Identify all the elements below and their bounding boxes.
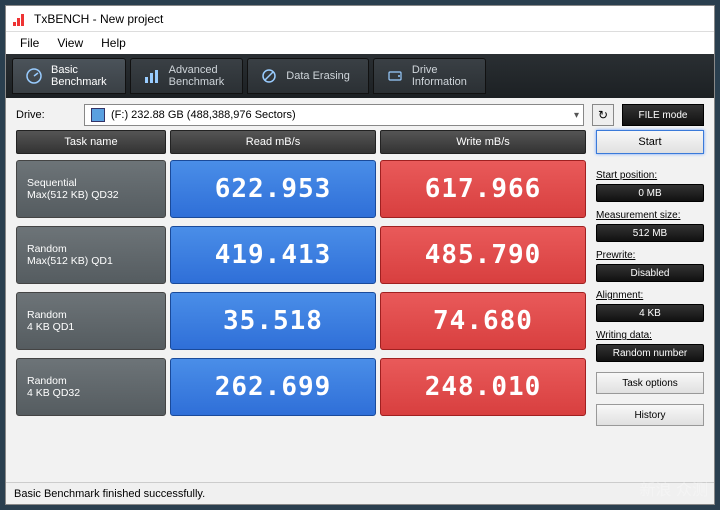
measurement-size-value[interactable]: 512 MB [596, 224, 704, 242]
alignment-value[interactable]: 4 KB [596, 304, 704, 322]
read-value[interactable]: 35.518 [170, 292, 376, 350]
tab-drive-information[interactable]: DriveInformation [373, 58, 486, 94]
write-value[interactable]: 74.680 [380, 292, 586, 350]
header-write: Write mB/s [380, 130, 586, 154]
tab-label: Basic [51, 64, 78, 76]
app-icon [12, 11, 28, 27]
task-options-button[interactable]: Task options [596, 372, 704, 394]
measurement-size-label: Measurement size: [596, 210, 704, 221]
header-task: Task name [16, 130, 166, 154]
start-button[interactable]: Start [596, 130, 704, 154]
tab-basic-benchmark[interactable]: BasicBenchmark [12, 58, 126, 94]
prewrite-value[interactable]: Disabled [596, 264, 704, 282]
results-panel: Task name Read mB/s Write mB/s Sequentia… [16, 130, 586, 476]
table-row: Random4 KB QD1 35.518 74.680 [16, 292, 586, 350]
drive-label: Drive: [16, 109, 76, 121]
bars-icon [143, 67, 161, 85]
drive-info-icon [386, 67, 404, 85]
task-cell[interactable]: Random4 KB QD32 [16, 358, 166, 416]
alignment-label: Alignment: [596, 290, 704, 301]
history-button[interactable]: History [596, 404, 704, 426]
refresh-icon: ↻ [598, 108, 608, 122]
tab-advanced-benchmark[interactable]: AdvancedBenchmark [130, 58, 244, 94]
menu-bar: File View Help [6, 32, 714, 54]
settings-panel: Start Start position: 0 MB Measurement s… [596, 130, 704, 476]
window-title: TxBENCH - New project [34, 12, 163, 26]
start-position-label: Start position: [596, 170, 704, 181]
tab-data-erasing[interactable]: Data Erasing [247, 58, 369, 94]
writing-data-label: Writing data: [596, 330, 704, 341]
read-value[interactable]: 262.699 [170, 358, 376, 416]
drive-row: Drive: (F:) 232.88 GB (488,388,976 Secto… [6, 98, 714, 130]
chevron-down-icon: ▾ [574, 110, 579, 121]
content-area: Drive: (F:) 232.88 GB (488,388,976 Secto… [6, 98, 714, 482]
refresh-button[interactable]: ↻ [592, 104, 614, 126]
writing-data-value[interactable]: Random number [596, 344, 704, 362]
erase-icon [260, 67, 278, 85]
read-value[interactable]: 419.413 [170, 226, 376, 284]
table-header: Task name Read mB/s Write mB/s [16, 130, 586, 154]
table-row: Random4 KB QD32 262.699 248.010 [16, 358, 586, 416]
main-area: Task name Read mB/s Write mB/s Sequentia… [6, 130, 714, 482]
gauge-icon [25, 67, 43, 85]
write-value[interactable]: 617.966 [380, 160, 586, 218]
file-mode-button[interactable]: FILE mode [622, 104, 704, 126]
prewrite-label: Prewrite: [596, 250, 704, 261]
drive-icon [91, 108, 105, 122]
read-value[interactable]: 622.953 [170, 160, 376, 218]
status-text: Basic Benchmark finished successfully. [14, 488, 205, 500]
menu-help[interactable]: Help [93, 34, 134, 52]
tab-label: Data Erasing [286, 70, 350, 82]
tab-bar: BasicBenchmark AdvancedBenchmark Data Er… [6, 54, 714, 98]
write-value[interactable]: 248.010 [380, 358, 586, 416]
title-bar: TxBENCH - New project [6, 6, 714, 32]
task-cell[interactable]: SequentialMax(512 KB) QD32 [16, 160, 166, 218]
task-cell[interactable]: Random4 KB QD1 [16, 292, 166, 350]
menu-file[interactable]: File [12, 34, 47, 52]
app-window: TxBENCH - New project File View Help Bas… [5, 5, 715, 505]
drive-value: (F:) 232.88 GB (488,388,976 Sectors) [111, 109, 296, 121]
table-row: SequentialMax(512 KB) QD32 622.953 617.9… [16, 160, 586, 218]
start-position-value[interactable]: 0 MB [596, 184, 704, 202]
status-bar: Basic Benchmark finished successfully. [6, 482, 714, 504]
header-read: Read mB/s [170, 130, 376, 154]
drive-select[interactable]: (F:) 232.88 GB (488,388,976 Sectors) ▾ [84, 104, 584, 126]
menu-view[interactable]: View [49, 34, 91, 52]
task-cell[interactable]: RandomMax(512 KB) QD1 [16, 226, 166, 284]
write-value[interactable]: 485.790 [380, 226, 586, 284]
table-row: RandomMax(512 KB) QD1 419.413 485.790 [16, 226, 586, 284]
